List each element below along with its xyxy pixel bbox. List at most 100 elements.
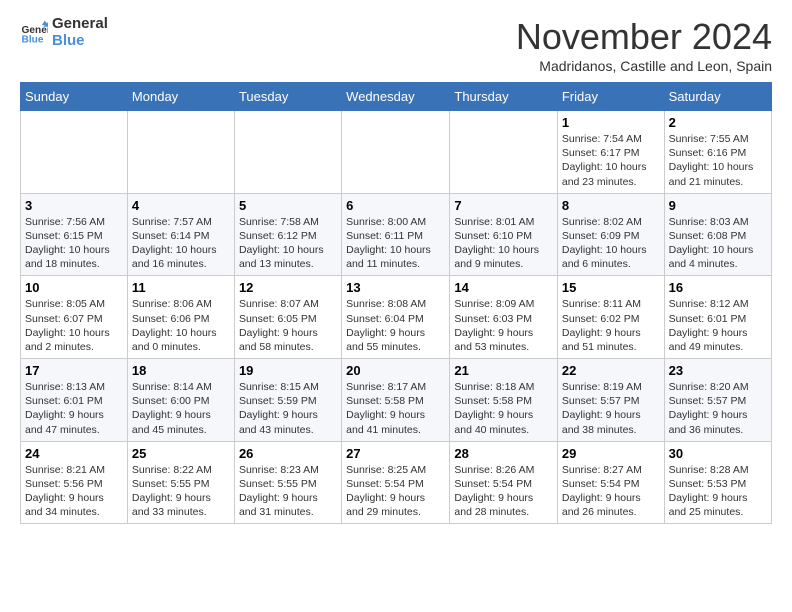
calendar-cell: 26 Sunrise: 8:23 AM Sunset: 5:55 PM Dayli… xyxy=(234,441,341,524)
calendar-cell: 17Sunrise: 8:13 AM Sunset: 6:01 PM Dayli… xyxy=(21,359,128,442)
calendar-cell xyxy=(127,111,234,194)
day-info: Sunrise: 8:20 AM Sunset: 5:57 PM Dayligh… xyxy=(669,380,767,437)
calendar-week-4: 17Sunrise: 8:13 AM Sunset: 6:01 PM Dayli… xyxy=(21,359,772,442)
day-number: 22 xyxy=(562,363,660,378)
location: Madridanos, Castille and Leon, Spain xyxy=(516,58,772,74)
calendar-cell: 1 Sunrise: 7:54 AM Sunset: 6:17 PM Daylig… xyxy=(557,111,664,194)
calendar-cell: 12 Sunrise: 8:07 AM Sunset: 6:05 PM Dayli… xyxy=(234,276,341,359)
day-info: Sunrise: 8:12 AM Sunset: 6:01 PM Dayligh… xyxy=(669,297,767,354)
day-number: 20 xyxy=(346,363,445,378)
calendar-cell: 5 Sunrise: 7:58 AM Sunset: 6:12 PM Daylig… xyxy=(234,193,341,276)
day-number: 30 xyxy=(669,446,767,461)
calendar-cell: 21Sunrise: 8:18 AM Sunset: 5:58 PM Dayli… xyxy=(450,359,557,442)
calendar-cell: 19Sunrise: 8:15 AM Sunset: 5:59 PM Dayli… xyxy=(234,359,341,442)
header: General Blue General Blue November 2024 … xyxy=(20,16,772,74)
calendar-cell: 4Sunrise: 7:57 AM Sunset: 6:14 PM Daylig… xyxy=(127,193,234,276)
calendar-cell: 30 Sunrise: 8:28 AM Sunset: 5:53 PM Dayli… xyxy=(664,441,771,524)
day-number: 17 xyxy=(25,363,123,378)
calendar-cell: 8 Sunrise: 8:02 AM Sunset: 6:09 PM Daylig… xyxy=(557,193,664,276)
day-info: Sunrise: 8:07 AM Sunset: 6:05 PM Dayligh… xyxy=(239,297,337,354)
day-number: 10 xyxy=(25,280,123,295)
day-number: 16 xyxy=(669,280,767,295)
calendar-cell: 3Sunrise: 7:56 AM Sunset: 6:15 PM Daylig… xyxy=(21,193,128,276)
logo: General Blue General Blue xyxy=(20,16,108,49)
calendar-cell xyxy=(234,111,341,194)
day-info: Sunrise: 8:03 AM Sunset: 6:08 PM Dayligh… xyxy=(669,215,767,272)
calendar-cell: 23Sunrise: 8:20 AM Sunset: 5:57 PM Dayli… xyxy=(664,359,771,442)
calendar-week-2: 3Sunrise: 7:56 AM Sunset: 6:15 PM Daylig… xyxy=(21,193,772,276)
calendar-cell: 10 Sunrise: 8:05 AM Sunset: 6:07 PM Dayli… xyxy=(21,276,128,359)
day-number: 12 xyxy=(239,280,337,295)
day-info: Sunrise: 8:06 AM Sunset: 6:06 PM Dayligh… xyxy=(132,297,230,354)
calendar-cell xyxy=(21,111,128,194)
day-info: Sunrise: 8:17 AM Sunset: 5:58 PM Dayligh… xyxy=(346,380,445,437)
day-info: Sunrise: 8:01 AM Sunset: 6:10 PM Dayligh… xyxy=(454,215,552,272)
day-number: 14 xyxy=(454,280,552,295)
day-info: Sunrise: 8:28 AM Sunset: 5:53 PM Dayligh… xyxy=(669,463,767,520)
day-number: 15 xyxy=(562,280,660,295)
calendar-week-1: 1 Sunrise: 7:54 AM Sunset: 6:17 PM Daylig… xyxy=(21,111,772,194)
day-number: 11 xyxy=(132,280,230,295)
day-number: 26 xyxy=(239,446,337,461)
day-info: Sunrise: 8:05 AM Sunset: 6:07 PM Dayligh… xyxy=(25,297,123,354)
day-number: 2 xyxy=(669,115,767,130)
calendar-cell: 27Sunrise: 8:25 AM Sunset: 5:54 PM Dayli… xyxy=(342,441,450,524)
day-info: Sunrise: 8:23 AM Sunset: 5:55 PM Dayligh… xyxy=(239,463,337,520)
day-info: Sunrise: 8:21 AM Sunset: 5:56 PM Dayligh… xyxy=(25,463,123,520)
day-number: 18 xyxy=(132,363,230,378)
day-info: Sunrise: 7:58 AM Sunset: 6:12 PM Dayligh… xyxy=(239,215,337,272)
calendar-cell xyxy=(342,111,450,194)
day-info: Sunrise: 8:11 AM Sunset: 6:02 PM Dayligh… xyxy=(562,297,660,354)
calendar-week-5: 24 Sunrise: 8:21 AM Sunset: 5:56 PM Dayli… xyxy=(21,441,772,524)
day-header-wednesday: Wednesday xyxy=(342,83,450,111)
day-info: Sunrise: 8:27 AM Sunset: 5:54 PM Dayligh… xyxy=(562,463,660,520)
day-header-sunday: Sunday xyxy=(21,83,128,111)
day-number: 13 xyxy=(346,280,445,295)
logo-icon: General Blue xyxy=(20,19,48,47)
day-header-tuesday: Tuesday xyxy=(234,83,341,111)
calendar: SundayMondayTuesdayWednesdayThursdayFrid… xyxy=(20,82,772,524)
day-number: 7 xyxy=(454,198,552,213)
day-header-friday: Friday xyxy=(557,83,664,111)
calendar-cell: 7 Sunrise: 8:01 AM Sunset: 6:10 PM Daylig… xyxy=(450,193,557,276)
calendar-cell: 20 Sunrise: 8:17 AM Sunset: 5:58 PM Dayli… xyxy=(342,359,450,442)
month-title: November 2024 xyxy=(516,16,772,58)
calendar-cell: 22Sunrise: 8:19 AM Sunset: 5:57 PM Dayli… xyxy=(557,359,664,442)
svg-text:Blue: Blue xyxy=(22,34,44,45)
calendar-cell: 18 Sunrise: 8:14 AM Sunset: 6:00 PM Dayli… xyxy=(127,359,234,442)
calendar-header-row: SundayMondayTuesdayWednesdayThursdayFrid… xyxy=(21,83,772,111)
calendar-cell: 11 Sunrise: 8:06 AM Sunset: 6:06 PM Dayli… xyxy=(127,276,234,359)
day-number: 29 xyxy=(562,446,660,461)
day-info: Sunrise: 8:22 AM Sunset: 5:55 PM Dayligh… xyxy=(132,463,230,520)
day-info: Sunrise: 7:57 AM Sunset: 6:14 PM Dayligh… xyxy=(132,215,230,272)
calendar-cell xyxy=(450,111,557,194)
title-block: November 2024 Madridanos, Castille and L… xyxy=(516,16,772,74)
calendar-cell: 25 Sunrise: 8:22 AM Sunset: 5:55 PM Dayli… xyxy=(127,441,234,524)
day-number: 25 xyxy=(132,446,230,461)
day-info: Sunrise: 8:15 AM Sunset: 5:59 PM Dayligh… xyxy=(239,380,337,437)
day-info: Sunrise: 8:08 AM Sunset: 6:04 PM Dayligh… xyxy=(346,297,445,354)
day-number: 24 xyxy=(25,446,123,461)
day-header-monday: Monday xyxy=(127,83,234,111)
day-number: 28 xyxy=(454,446,552,461)
day-info: Sunrise: 8:02 AM Sunset: 6:09 PM Dayligh… xyxy=(562,215,660,272)
day-info: Sunrise: 8:09 AM Sunset: 6:03 PM Dayligh… xyxy=(454,297,552,354)
day-info: Sunrise: 8:14 AM Sunset: 6:00 PM Dayligh… xyxy=(132,380,230,437)
day-info: Sunrise: 7:55 AM Sunset: 6:16 PM Dayligh… xyxy=(669,132,767,189)
day-number: 8 xyxy=(562,198,660,213)
day-number: 5 xyxy=(239,198,337,213)
calendar-cell: 13 Sunrise: 8:08 AM Sunset: 6:04 PM Dayli… xyxy=(342,276,450,359)
calendar-cell: 28Sunrise: 8:26 AM Sunset: 5:54 PM Dayli… xyxy=(450,441,557,524)
day-info: Sunrise: 7:54 AM Sunset: 6:17 PM Dayligh… xyxy=(562,132,660,189)
calendar-cell: 14 Sunrise: 8:09 AM Sunset: 6:03 PM Dayli… xyxy=(450,276,557,359)
calendar-cell: 15 Sunrise: 8:11 AM Sunset: 6:02 PM Dayli… xyxy=(557,276,664,359)
day-header-saturday: Saturday xyxy=(664,83,771,111)
day-number: 1 xyxy=(562,115,660,130)
day-header-thursday: Thursday xyxy=(450,83,557,111)
calendar-cell: 16 Sunrise: 8:12 AM Sunset: 6:01 PM Dayli… xyxy=(664,276,771,359)
day-info: Sunrise: 8:18 AM Sunset: 5:58 PM Dayligh… xyxy=(454,380,552,437)
calendar-cell: 29 Sunrise: 8:27 AM Sunset: 5:54 PM Dayli… xyxy=(557,441,664,524)
day-number: 3 xyxy=(25,198,123,213)
day-number: 27 xyxy=(346,446,445,461)
day-info: Sunrise: 8:00 AM Sunset: 6:11 PM Dayligh… xyxy=(346,215,445,272)
